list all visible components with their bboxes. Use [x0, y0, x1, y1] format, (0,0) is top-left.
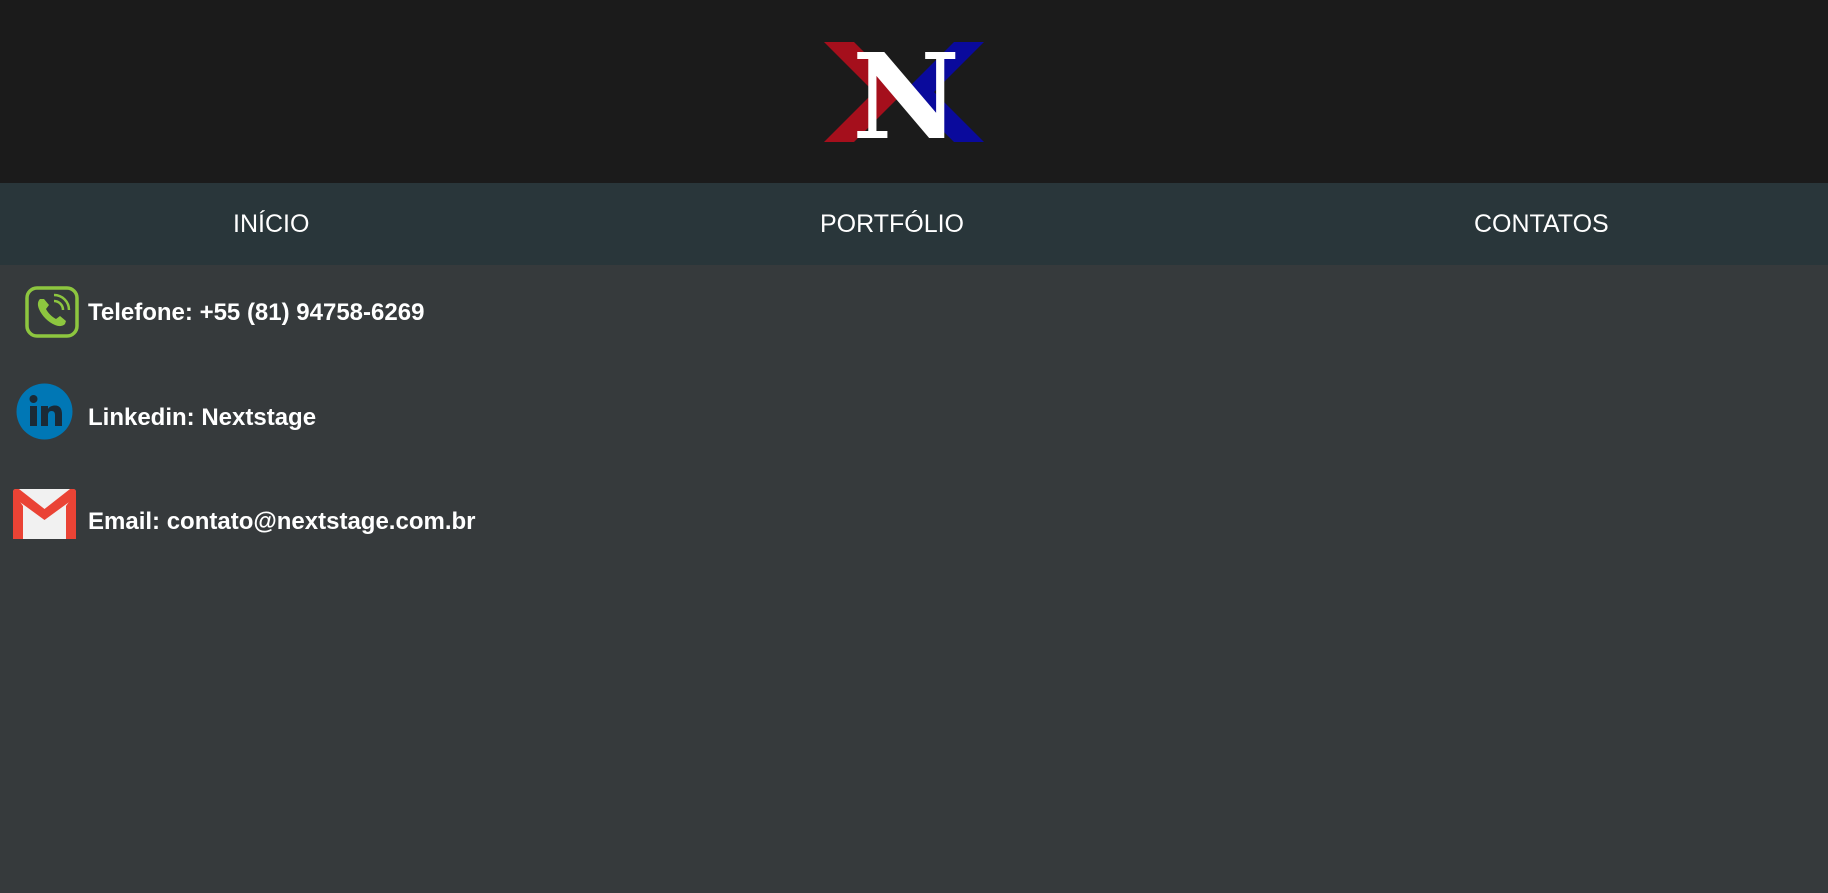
- linkedin-text: Linkedin: Nextstage: [88, 404, 317, 431]
- phone-text: Telefone: +55 (81) 94758-6269: [88, 299, 425, 326]
- linkedin-icon: [16, 383, 73, 440]
- nav-item-inicio[interactable]: INÍCIO: [233, 183, 309, 265]
- main-navigation: INÍCIO PORTFÓLIO CONTATOS: [0, 183, 1828, 265]
- nav-item-contatos[interactable]: CONTATOS: [1474, 183, 1609, 265]
- phone-icon: [25, 286, 79, 338]
- nav-item-portfolio[interactable]: PORTFÓLIO: [820, 183, 964, 265]
- site-header: N: [0, 0, 1828, 183]
- email-text[interactable]: Email: contato@nextstage.com.br: [88, 508, 475, 536]
- gmail-icon: [13, 489, 76, 539]
- contacts-section: Telefone: +55 (81) 94758-6269 Linkedin: …: [0, 265, 1828, 893]
- nextstage-logo[interactable]: N: [824, 41, 984, 142]
- logo-letter: N: [852, 42, 960, 142]
